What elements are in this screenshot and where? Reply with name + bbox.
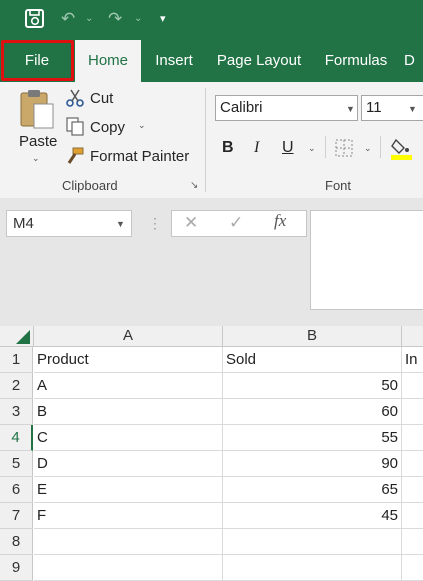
cut-icon[interactable] [66, 88, 84, 113]
column-header-a[interactable]: A [34, 326, 223, 347]
copy-icon[interactable] [66, 117, 84, 142]
fill-color-icon[interactable] [390, 137, 414, 166]
row-header[interactable]: 7 [0, 503, 33, 529]
font-name-combo[interactable]: Calibri [215, 95, 358, 121]
cell-c[interactable] [402, 399, 423, 425]
cell-b[interactable]: Sold [223, 347, 402, 373]
tab-page-layout[interactable]: Page Layout [207, 40, 311, 82]
cell-b[interactable]: 55 [223, 425, 402, 451]
font-divider [325, 136, 326, 158]
font-size-value: 11 [366, 99, 382, 116]
underline-button[interactable]: U [282, 139, 294, 157]
bold-button[interactable]: B [222, 139, 234, 157]
cell-b[interactable] [223, 555, 402, 581]
tab-formulas[interactable]: Formulas [313, 40, 399, 82]
select-all-button[interactable] [0, 326, 34, 347]
formula-bar-grip-icon[interactable]: ⋮ [148, 212, 162, 234]
column-header-c[interactable] [402, 326, 423, 347]
tab-insert[interactable]: Insert [142, 40, 206, 82]
cell-c[interactable] [402, 373, 423, 399]
name-box-dropdown-icon[interactable]: ▼ [116, 219, 125, 229]
cell-a[interactable] [34, 555, 223, 581]
cell-a[interactable]: C [34, 425, 223, 451]
borders-dropdown-icon[interactable]: ⌄ [364, 143, 372, 154]
row-header[interactable]: 6 [0, 477, 33, 503]
paste-icon[interactable] [18, 88, 56, 135]
cell-a[interactable] [34, 529, 223, 555]
name-box[interactable]: M4 [6, 210, 132, 237]
font-name-dropdown-icon[interactable]: ▼ [346, 104, 355, 114]
row-header[interactable]: 1 [0, 347, 33, 373]
insert-function-button[interactable]: fx [274, 211, 286, 231]
paste-dropdown-icon[interactable]: ⌄ [32, 153, 40, 164]
row-header[interactable]: 4 [0, 425, 33, 451]
tab-home[interactable]: Home [75, 40, 141, 82]
title-bar: ↶ ⌄ ↷ ⌄ ▾ [0, 0, 423, 40]
cell-c[interactable] [402, 477, 423, 503]
row-header[interactable]: 9 [0, 555, 33, 581]
cell-c[interactable] [402, 503, 423, 529]
font-name-value: Calibri [220, 99, 263, 116]
cut-button[interactable]: Cut [90, 90, 113, 107]
redo-icon[interactable]: ↷ [108, 8, 122, 30]
cell-a[interactable]: E [34, 477, 223, 503]
row-header[interactable]: 5 [0, 451, 33, 477]
font-size-dropdown-icon[interactable]: ▼ [408, 104, 417, 114]
row-header[interactable]: 8 [0, 529, 33, 555]
cell-c[interactable] [402, 529, 423, 555]
cell-a[interactable]: A [34, 373, 223, 399]
formula-input[interactable] [310, 210, 423, 310]
cell-a[interactable]: F [34, 503, 223, 529]
undo-dropdown-icon[interactable]: ⌄ [85, 8, 93, 30]
cell-b[interactable]: 90 [223, 451, 402, 477]
cell-c[interactable] [402, 555, 423, 581]
cell-b[interactable] [223, 529, 402, 555]
cell-c[interactable]: In [402, 347, 423, 373]
row-header[interactable]: 3 [0, 399, 33, 425]
cell-b[interactable]: 65 [223, 477, 402, 503]
autosave-icon[interactable] [24, 8, 46, 36]
clipboard-group-label: Clipboard [62, 178, 118, 193]
italic-button[interactable]: I [254, 139, 259, 157]
font-divider-2 [380, 136, 381, 158]
cell-b[interactable]: 45 [223, 503, 402, 529]
cell-c[interactable] [402, 451, 423, 477]
name-box-value: M4 [13, 215, 34, 232]
cell-c[interactable] [402, 425, 423, 451]
borders-icon[interactable] [334, 138, 354, 163]
cell-b[interactable]: 60 [223, 399, 402, 425]
group-divider [205, 88, 206, 192]
redo-dropdown-icon[interactable]: ⌄ [134, 8, 142, 30]
copy-dropdown-icon[interactable]: ⌄ [138, 120, 146, 131]
format-painter-button[interactable]: Format Painter [90, 148, 189, 165]
column-header-b[interactable]: B [223, 326, 402, 347]
cancel-icon[interactable]: ✕ [184, 213, 198, 233]
underline-dropdown-icon[interactable]: ⌄ [308, 143, 316, 154]
copy-button[interactable]: Copy [90, 119, 125, 136]
row-header[interactable]: 2 [0, 373, 33, 399]
file-tab-highlight [1, 40, 74, 81]
paste-button[interactable]: Paste [19, 133, 57, 150]
cell-a[interactable]: B [34, 399, 223, 425]
font-group-label: Font [325, 178, 352, 193]
clipboard-launcher-icon[interactable]: ↘ [190, 180, 198, 191]
cell-a[interactable]: Product [34, 347, 223, 373]
cell-b[interactable]: 50 [223, 373, 402, 399]
enter-icon[interactable]: ✓ [229, 213, 243, 233]
cell-a[interactable]: D [34, 451, 223, 477]
undo-icon[interactable]: ↶ [61, 8, 75, 30]
tab-data-partial[interactable]: D [404, 40, 423, 82]
format-painter-icon[interactable] [66, 147, 84, 170]
customize-qat-icon[interactable]: ▾ [160, 8, 166, 30]
